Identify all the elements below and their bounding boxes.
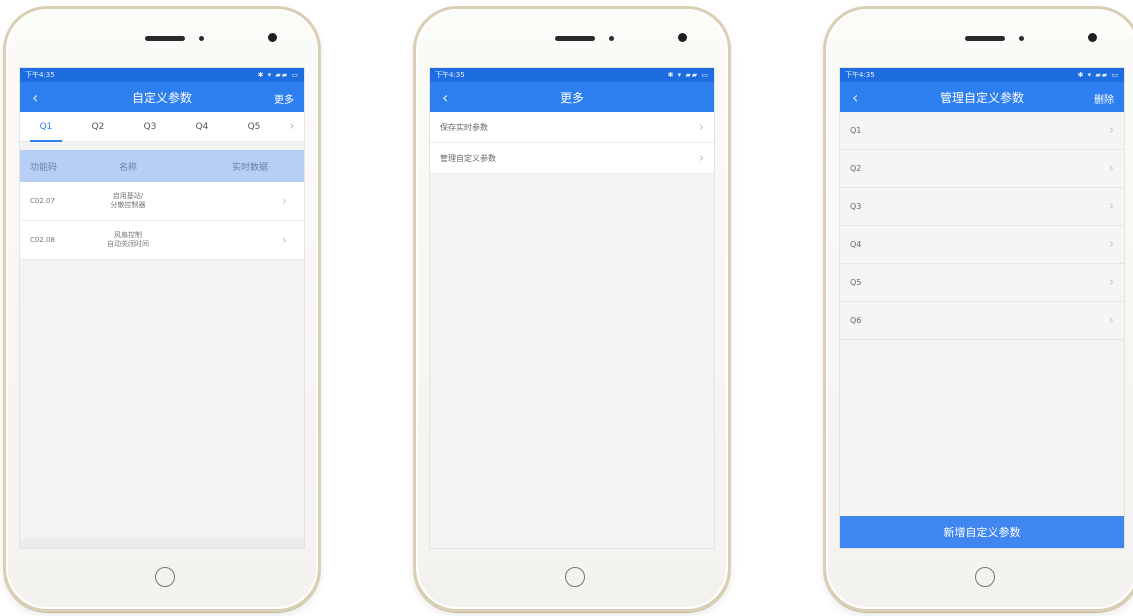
screen-manage-custom: 下午4:35 ✱ ▾ ▰▰ ▭ ‹ 管理自定义参数 删除 Q1 › Q2 › Q… <box>839 67 1125 549</box>
status-icons: ✱ ▾ ▰▰ ▭ <box>667 71 709 79</box>
menu-item-label: 保存实时参数 <box>440 122 488 132</box>
speaker-grille <box>555 36 595 41</box>
front-camera <box>1088 33 1097 42</box>
menu-item-manage-custom[interactable]: 管理自定义参数 › <box>430 143 714 174</box>
list-item-q3[interactable]: Q3 › <box>840 188 1124 226</box>
chevron-right-icon: › <box>1108 123 1114 138</box>
screen-custom-params: 下午4:35 ✱ ▾ ▰▰ ▭ ‹ 自定义参数 更多 Q1 Q2 Q3 Q4 Q… <box>19 67 305 549</box>
chevron-right-icon: › <box>1108 237 1114 252</box>
chevron-right-icon: › <box>282 194 287 208</box>
row-name: 风扇控制 自动关闭时间 <box>80 231 176 249</box>
status-time: 下午4:35 <box>25 71 55 79</box>
list-item-label: Q2 <box>850 164 862 173</box>
list-item-label: Q3 <box>850 202 862 211</box>
back-icon[interactable]: ‹ <box>32 88 38 107</box>
chevron-right-icon: › <box>1108 161 1114 176</box>
row-name-line1: 风扇控制 <box>114 231 142 239</box>
list-item-q5[interactable]: Q5 › <box>840 264 1124 302</box>
list-item-q4[interactable]: Q4 › <box>840 226 1124 264</box>
list-item-label: Q4 <box>850 240 862 249</box>
chevron-right-icon: › <box>1108 199 1114 214</box>
tab-q5[interactable]: Q5 <box>228 112 280 142</box>
list-item-q2[interactable]: Q2 › <box>840 150 1124 188</box>
menu-item-save-realtime[interactable]: 保存实时参数 › <box>430 112 714 143</box>
status-time: 下午4:35 <box>435 71 465 79</box>
row-code: C02.08 <box>30 236 55 244</box>
screen-footer <box>20 538 304 548</box>
list-item-q6[interactable]: Q6 › <box>840 302 1124 340</box>
table-row[interactable]: C02.07 启用基站/ 分散控制器 › <box>20 182 304 221</box>
status-icons: ✱ ▾ ▰▰ ▭ <box>1077 71 1119 79</box>
row-name-line2: 分散控制器 <box>110 201 146 209</box>
back-icon[interactable]: ‹ <box>852 88 858 107</box>
front-camera <box>268 33 277 42</box>
home-button[interactable] <box>565 567 585 587</box>
sensor-dot <box>199 36 204 41</box>
status-time: 下午4:35 <box>845 71 875 79</box>
chevron-right-icon: › <box>698 119 704 135</box>
page-title: 更多 <box>559 90 584 105</box>
tab-q3[interactable]: Q3 <box>124 112 176 142</box>
tab-q1[interactable]: Q1 <box>20 112 72 142</box>
header-code: 功能码 <box>30 162 58 173</box>
status-bar: 下午4:35 ✱ ▾ ▰▰ ▭ <box>840 68 1124 82</box>
home-button[interactable] <box>975 567 995 587</box>
status-icons: ✱ ▾ ▰▰ ▭ <box>257 71 299 79</box>
nav-bar: ‹ 自定义参数 更多 <box>20 82 304 112</box>
chevron-right-icon: › <box>282 233 287 247</box>
tab-q4[interactable]: Q4 <box>176 112 228 142</box>
phone-frame-3: 下午4:35 ✱ ▾ ▰▰ ▭ ‹ 管理自定义参数 删除 Q1 › Q2 › Q… <box>823 6 1133 612</box>
speaker-grille <box>965 36 1005 41</box>
nav-bar: ‹ 更多 <box>430 82 714 112</box>
back-icon[interactable]: ‹ <box>442 88 448 107</box>
menu-item-label: 管理自定义参数 <box>440 153 496 163</box>
list-item-q1[interactable]: Q1 › <box>840 112 1124 150</box>
status-bar: 下午4:35 ✱ ▾ ▰▰ ▭ <box>20 68 304 82</box>
delete-button[interactable]: 删除 <box>1094 91 1114 106</box>
list-item-label: Q1 <box>850 126 862 135</box>
front-camera <box>678 33 687 42</box>
header-data: 实时数据 <box>231 162 268 173</box>
home-button[interactable] <box>155 567 175 587</box>
row-name-line1: 启用基站/ <box>112 192 144 200</box>
nav-bar: ‹ 管理自定义参数 删除 <box>840 82 1124 112</box>
phone-frame-1: 下午4:35 ✱ ▾ ▰▰ ▭ ‹ 自定义参数 更多 Q1 Q2 Q3 Q4 Q… <box>3 6 321 612</box>
row-name: 启用基站/ 分散控制器 <box>80 192 176 210</box>
chevron-right-icon[interactable]: › <box>280 119 304 134</box>
table-row[interactable]: C02.08 风扇控制 自动关闭时间 › <box>20 221 304 260</box>
status-bar: 下午4:35 ✱ ▾ ▰▰ ▭ <box>430 68 714 82</box>
page-title: 自定义参数 <box>131 90 192 105</box>
header-name: 名称 <box>118 162 137 173</box>
row-code: C02.07 <box>30 197 55 205</box>
page-title: 管理自定义参数 <box>939 90 1024 105</box>
table-header: 功能码 名称 实时数据 <box>20 150 304 182</box>
row-name-line2: 自动关闭时间 <box>107 240 149 248</box>
add-custom-param-button[interactable]: 新增自定义参数 <box>840 516 1124 548</box>
speaker-grille <box>145 36 185 41</box>
phone-frame-2: 下午4:35 ✱ ▾ ▰▰ ▭ ‹ 更多 保存实时参数 › 管理自定义参数 › <box>413 6 731 612</box>
tab-bar: Q1 Q2 Q3 Q4 Q5 › <box>20 112 304 142</box>
chevron-right-icon: › <box>698 150 704 166</box>
chevron-right-icon: › <box>1108 313 1114 328</box>
more-button[interactable]: 更多 <box>274 91 294 106</box>
list-item-label: Q5 <box>850 278 862 287</box>
list-item-label: Q6 <box>850 316 862 325</box>
screen-more: 下午4:35 ✱ ▾ ▰▰ ▭ ‹ 更多 保存实时参数 › 管理自定义参数 › <box>429 67 715 549</box>
chevron-right-icon: › <box>1108 275 1114 290</box>
tab-q2[interactable]: Q2 <box>72 112 124 142</box>
sensor-dot <box>609 36 614 41</box>
sensor-dot <box>1019 36 1024 41</box>
